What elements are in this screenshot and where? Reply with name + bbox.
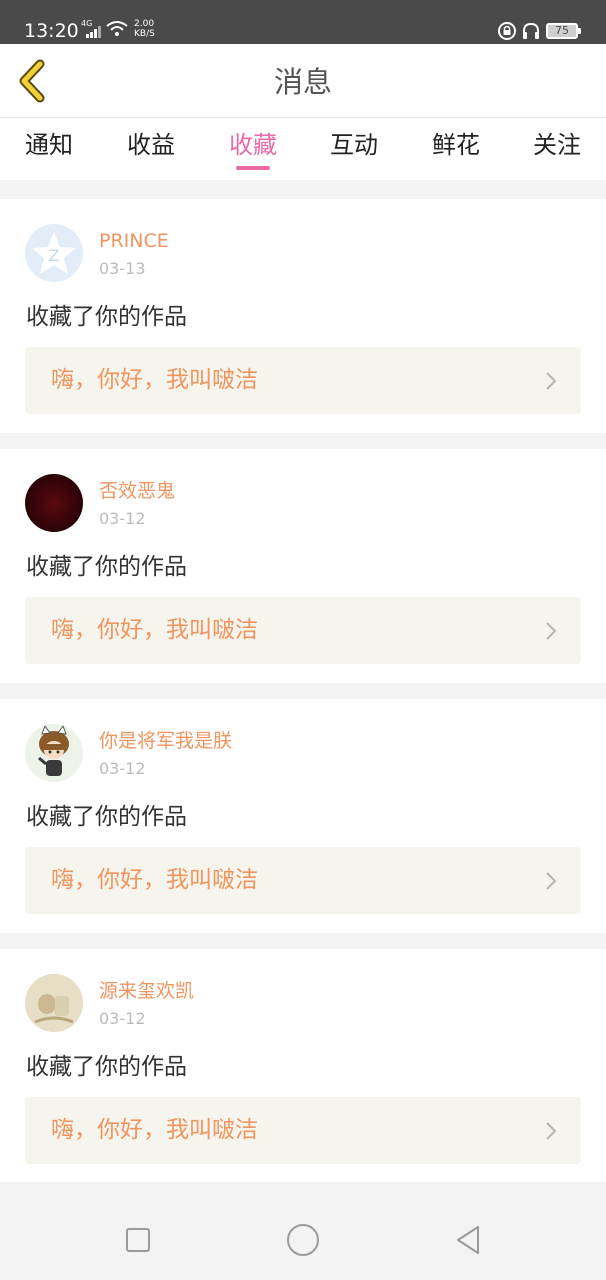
work-link[interactable]: 嗨，你好，我叫啵洁 <box>25 347 581 414</box>
chevron-right-icon <box>546 372 557 390</box>
avatar[interactable] <box>25 724 83 782</box>
message-date: 03-12 <box>99 509 146 528</box>
headset-icon <box>523 22 539 39</box>
work-link[interactable]: 嗨，你好，我叫啵洁 <box>25 1097 581 1164</box>
lock-icon <box>498 22 516 40</box>
username[interactable]: 你是将军我是朕 <box>99 729 232 753</box>
signal-icon <box>86 26 101 38</box>
work-title: 嗨，你好，我叫啵洁 <box>51 367 258 393</box>
svg-text:Z: Z <box>49 246 60 265</box>
message-date: 03-12 <box>99 1009 146 1028</box>
tab-following[interactable]: 关注 <box>533 130 581 160</box>
message-action: 收藏了你的作品 <box>26 804 187 830</box>
chevron-right-icon <box>546 872 557 890</box>
system-nav-bar <box>0 1182 606 1280</box>
username[interactable]: 源来玺欢凯 <box>99 979 194 1003</box>
photo-avatar-icon <box>25 974 83 1032</box>
status-time: 13:20 <box>24 20 79 42</box>
page-title: 消息 <box>273 65 332 99</box>
message-action: 收藏了你的作品 <box>26 554 187 580</box>
message-card: 否效恶鬼 03-12 收藏了你的作品 嗨，你好，我叫啵洁 <box>0 449 606 683</box>
message-card: 源来玺欢凯 03-12 收藏了你的作品 嗨，你好，我叫啵洁 <box>0 949 606 1183</box>
tab-interactions[interactable]: 互动 <box>330 130 378 160</box>
message-card: 你是将军我是朕 03-12 收藏了你的作品 嗨，你好，我叫啵洁 <box>0 699 606 933</box>
message-date: 03-12 <box>99 759 146 778</box>
network-speed: 2.00 KB/S <box>134 19 155 39</box>
work-link[interactable]: 嗨，你好，我叫啵洁 <box>25 847 581 914</box>
active-tab-indicator <box>236 166 270 170</box>
tab-notifications[interactable]: 通知 <box>25 130 73 160</box>
message-action: 收藏了你的作品 <box>26 1054 187 1080</box>
tab-bar: 通知 收益 收藏 互动 鲜花 关注 <box>0 118 606 180</box>
username[interactable]: PRINCE <box>99 229 169 253</box>
cartoon-girl-avatar-icon <box>38 724 69 776</box>
avatar[interactable] <box>25 974 83 1032</box>
tab-favorites[interactable]: 收藏 <box>229 130 277 160</box>
work-link[interactable]: 嗨，你好，我叫啵洁 <box>25 597 581 664</box>
tab-flowers[interactable]: 鲜花 <box>432 130 480 160</box>
wifi-icon <box>106 21 128 36</box>
status-bar: 13:20 4G 2.00 KB/S 75 <box>0 0 606 44</box>
header: 消息 <box>0 44 606 118</box>
chevron-right-icon <box>546 1122 557 1140</box>
back-icon[interactable] <box>454 1224 482 1256</box>
work-title: 嗨，你好，我叫啵洁 <box>51 617 258 643</box>
network-speed-unit: KB/S <box>134 29 155 39</box>
tab-earnings[interactable]: 收益 <box>127 130 175 160</box>
message-date: 03-13 <box>99 259 146 278</box>
avatar[interactable]: Z <box>25 224 83 282</box>
avatar[interactable] <box>25 474 83 532</box>
qq-star-avatar-icon: Z <box>32 232 76 274</box>
battery-icon: 75 <box>546 23 581 39</box>
chevron-right-icon <box>546 622 557 640</box>
work-title: 嗨，你好，我叫啵洁 <box>51 867 258 893</box>
recent-apps-icon[interactable] <box>126 1228 150 1252</box>
network-speed-value: 2.00 <box>134 19 155 29</box>
work-title: 嗨，你好，我叫啵洁 <box>51 1117 258 1143</box>
username[interactable]: 否效恶鬼 <box>99 479 175 503</box>
home-icon[interactable] <box>287 1224 319 1256</box>
message-action: 收藏了你的作品 <box>26 304 187 330</box>
message-card: Z PRINCE 03-13 收藏了你的作品 嗨，你好，我叫啵洁 <box>0 199 606 433</box>
battery-level: 75 <box>555 24 569 37</box>
